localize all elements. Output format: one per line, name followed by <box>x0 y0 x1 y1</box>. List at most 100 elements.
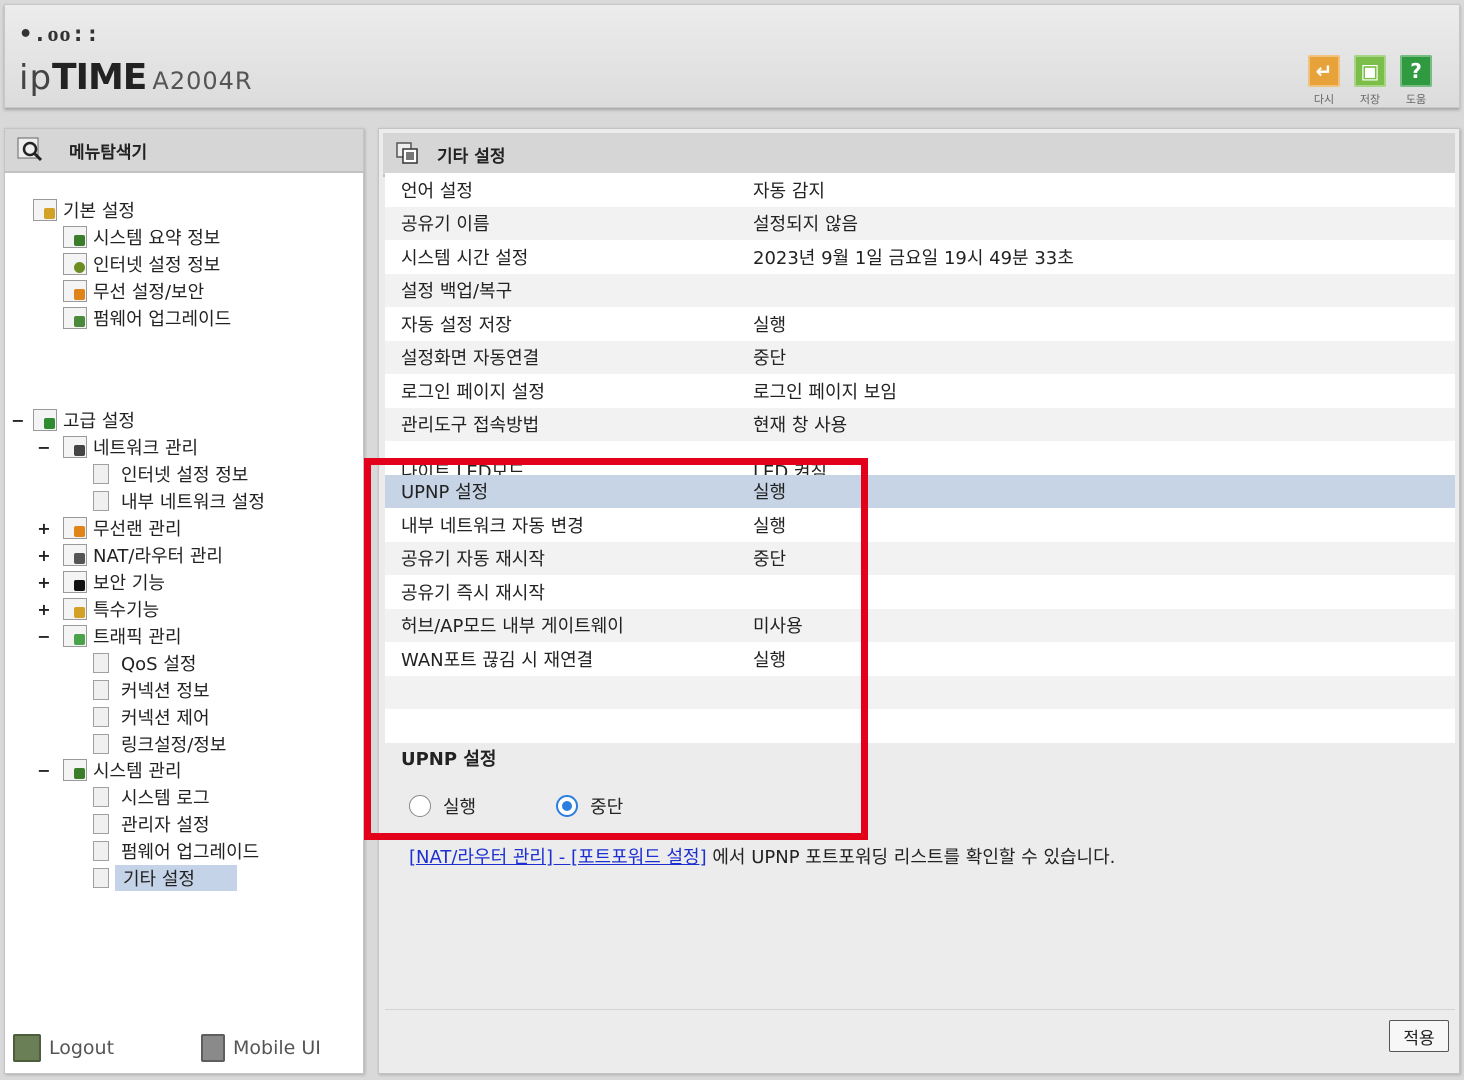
row-label: 설정화면 자동연결 <box>401 348 540 370</box>
tree-item-wireless-security[interactable]: 무선 설정/보안 <box>63 278 204 304</box>
row-value: 로그인 페이지 보임 <box>753 381 897 403</box>
action-bar: 적용 <box>385 1009 1455 1065</box>
table-row[interactable]: 관리도구 접속방법 현재 창 사용 <box>385 407 1455 441</box>
row-value: 2023년 9월 1일 금요일 19시 49분 33초 <box>753 247 1074 269</box>
table-row[interactable]: 로그인 페이지 설정 로그인 페이지 보임 <box>385 374 1455 408</box>
tree-folder-nat[interactable]: + NAT/라우터 관리 <box>37 542 223 568</box>
tree-item-qos[interactable]: QoS 설정 <box>93 650 196 676</box>
table-row[interactable]: 공유기 이름 설정되지 않음 <box>385 206 1455 240</box>
refresh-button[interactable]: ↵ 다시 <box>1307 55 1341 107</box>
table-row[interactable]: 공유기 자동 재시작 중단 <box>385 541 1455 575</box>
magnifier-icon <box>17 137 43 162</box>
table-row[interactable]: 설정 백업/복구 <box>385 273 1455 307</box>
tree-label: 무선랜 관리 <box>93 519 182 540</box>
page-icon <box>93 491 109 511</box>
row-label: 공유기 자동 재시작 <box>401 549 545 571</box>
table-row[interactable]: 내부 네트워크 자동 변경 실행 <box>385 508 1455 542</box>
row-label: 공유기 즉시 재시작 <box>401 582 545 604</box>
table-row[interactable]: 언어 설정 자동 감지 <box>385 173 1455 207</box>
tree-item-connection-info[interactable]: 커넥션 정보 <box>93 677 210 703</box>
tree-item-internal-network[interactable]: 내부 네트워크 설정 <box>93 488 265 514</box>
logo-ip-text: ip <box>19 58 53 98</box>
tree-folder-wlan[interactable]: + 무선랜 관리 <box>37 515 182 541</box>
save-button[interactable]: ▣ 저장 <box>1353 55 1387 107</box>
tree-item-misc-settings[interactable]: 기타 설정 <box>93 865 237 891</box>
tree-folder-special[interactable]: + 특수기능 <box>37 596 159 622</box>
refresh-label: 다시 <box>1313 93 1335 106</box>
page-icon <box>93 680 109 700</box>
tree-folder-system[interactable]: − 시스템 관리 <box>37 757 182 783</box>
upnp-run-radio[interactable]: 실행 <box>409 793 476 819</box>
upnp-stop-radio[interactable]: 중단 <box>556 793 623 819</box>
row-value: 중단 <box>753 348 787 370</box>
expand-toggle[interactable]: + <box>37 519 51 538</box>
special-function-icon <box>63 598 87 620</box>
tree-label: 관리자 설정 <box>121 815 210 836</box>
table-row[interactable]: 나이트 LED모드 LED 켜짐 <box>385 441 1455 475</box>
help-button[interactable]: ? 도움 <box>1399 55 1433 107</box>
tree-label: 특수기능 <box>93 600 160 621</box>
tree-item-syslog[interactable]: 시스템 로그 <box>93 784 210 810</box>
row-value: 미사용 <box>753 616 803 638</box>
tree-folder-security[interactable]: + 보안 기능 <box>37 569 165 595</box>
row-label: 공유기 이름 <box>401 214 490 236</box>
tree-label: 네트워크 관리 <box>93 438 199 459</box>
port-forward-link[interactable]: [NAT/라우터 관리] - [포트포워드 설정] <box>409 847 707 868</box>
logo-time-text: TIME <box>52 57 147 98</box>
collapse-toggle[interactable]: − <box>37 438 51 457</box>
expand-toggle[interactable]: + <box>37 573 51 592</box>
tree-item-net-internet-info[interactable]: 인터넷 설정 정보 <box>93 461 248 487</box>
tree-label: 고급 설정 <box>63 411 135 432</box>
tree-label: 시스템 요약 정보 <box>93 228 221 249</box>
logout-button[interactable]: Logout <box>13 1034 114 1062</box>
menu-explorer-panel: 메뉴탐색기 기본 설정 시스템 요약 정보 인터넷 설정 정보 무선 설정/보안… <box>4 128 364 1074</box>
expand-toggle[interactable]: + <box>37 546 51 565</box>
row-label: 시스템 시간 설정 <box>401 247 529 269</box>
tree-folder-network[interactable]: − 네트워크 관리 <box>37 434 198 460</box>
tree-folder-basic[interactable]: 기본 설정 <box>33 197 135 223</box>
tree-label: NAT/라우터 관리 <box>93 546 223 567</box>
tree-item-connection-control[interactable]: 커넥션 제어 <box>93 704 210 730</box>
menu-explorer-header: 메뉴탐색기 <box>5 129 363 173</box>
row-label: 나이트 LED모드 <box>401 461 525 475</box>
globe-icon <box>63 253 87 275</box>
expand-toggle[interactable]: + <box>37 600 51 619</box>
row-label: 관리도구 접속방법 <box>401 415 540 437</box>
collapse-toggle[interactable]: − <box>37 627 51 646</box>
collapse-toggle[interactable]: − <box>11 411 25 430</box>
tree-label: 무선 설정/보안 <box>93 282 205 303</box>
table-row[interactable]: 설정화면 자동연결 중단 <box>385 340 1455 374</box>
wifi-icon <box>63 280 87 302</box>
table-row[interactable]: 공유기 즉시 재시작 <box>385 575 1455 609</box>
tree-label: 내부 네트워크 설정 <box>121 492 265 513</box>
page-icon <box>93 787 109 807</box>
tree-item-admin[interactable]: 관리자 설정 <box>93 811 210 837</box>
page-icon <box>93 841 109 861</box>
tree-label: 링크설정/정보 <box>121 735 227 756</box>
settings-window-icon <box>396 142 418 164</box>
radio-unchecked-icon <box>409 795 431 817</box>
tree-item-link[interactable]: 링크설정/정보 <box>93 731 226 757</box>
row-label: 내부 네트워크 자동 변경 <box>401 515 584 537</box>
upgrade-icon <box>63 307 87 329</box>
tree-item-system-firmware[interactable]: 펌웨어 업그레이드 <box>93 838 259 864</box>
network-people-icon <box>63 436 87 458</box>
row-label: UPNP 설정 <box>401 482 489 504</box>
tree-item-system-summary[interactable]: 시스템 요약 정보 <box>63 224 220 250</box>
collapse-toggle[interactable]: − <box>37 761 51 780</box>
tree-item-firmware-upgrade[interactable]: 펌웨어 업그레이드 <box>63 305 231 331</box>
row-value: 중단 <box>753 549 787 571</box>
tree-label: 인터넷 설정 정보 <box>93 255 221 276</box>
tree-item-internet-info[interactable]: 인터넷 설정 정보 <box>63 251 220 277</box>
table-row[interactable]: 시스템 시간 설정 2023년 9월 1일 금요일 19시 49분 33초 <box>385 240 1455 274</box>
table-row[interactable]: WAN포트 끊김 시 재연결 실행 <box>385 642 1455 676</box>
mobile-ui-button[interactable]: Mobile UI <box>201 1034 321 1062</box>
help-icon: ? <box>1400 55 1432 87</box>
tree-folder-advanced[interactable]: − 고급 설정 <box>11 407 135 433</box>
table-row-selected[interactable]: UPNP 설정 실행 <box>385 474 1455 508</box>
table-row[interactable]: 자동 설정 저장 실행 <box>385 307 1455 341</box>
apply-button[interactable]: 적용 <box>1389 1020 1449 1052</box>
note-text: 에서 UPNP 포트포워딩 리스트를 확인할 수 있습니다. <box>706 847 1116 868</box>
tree-folder-traffic[interactable]: − 트래픽 관리 <box>37 623 182 649</box>
table-row[interactable]: 허브/AP모드 내부 게이트웨이 미사용 <box>385 608 1455 642</box>
